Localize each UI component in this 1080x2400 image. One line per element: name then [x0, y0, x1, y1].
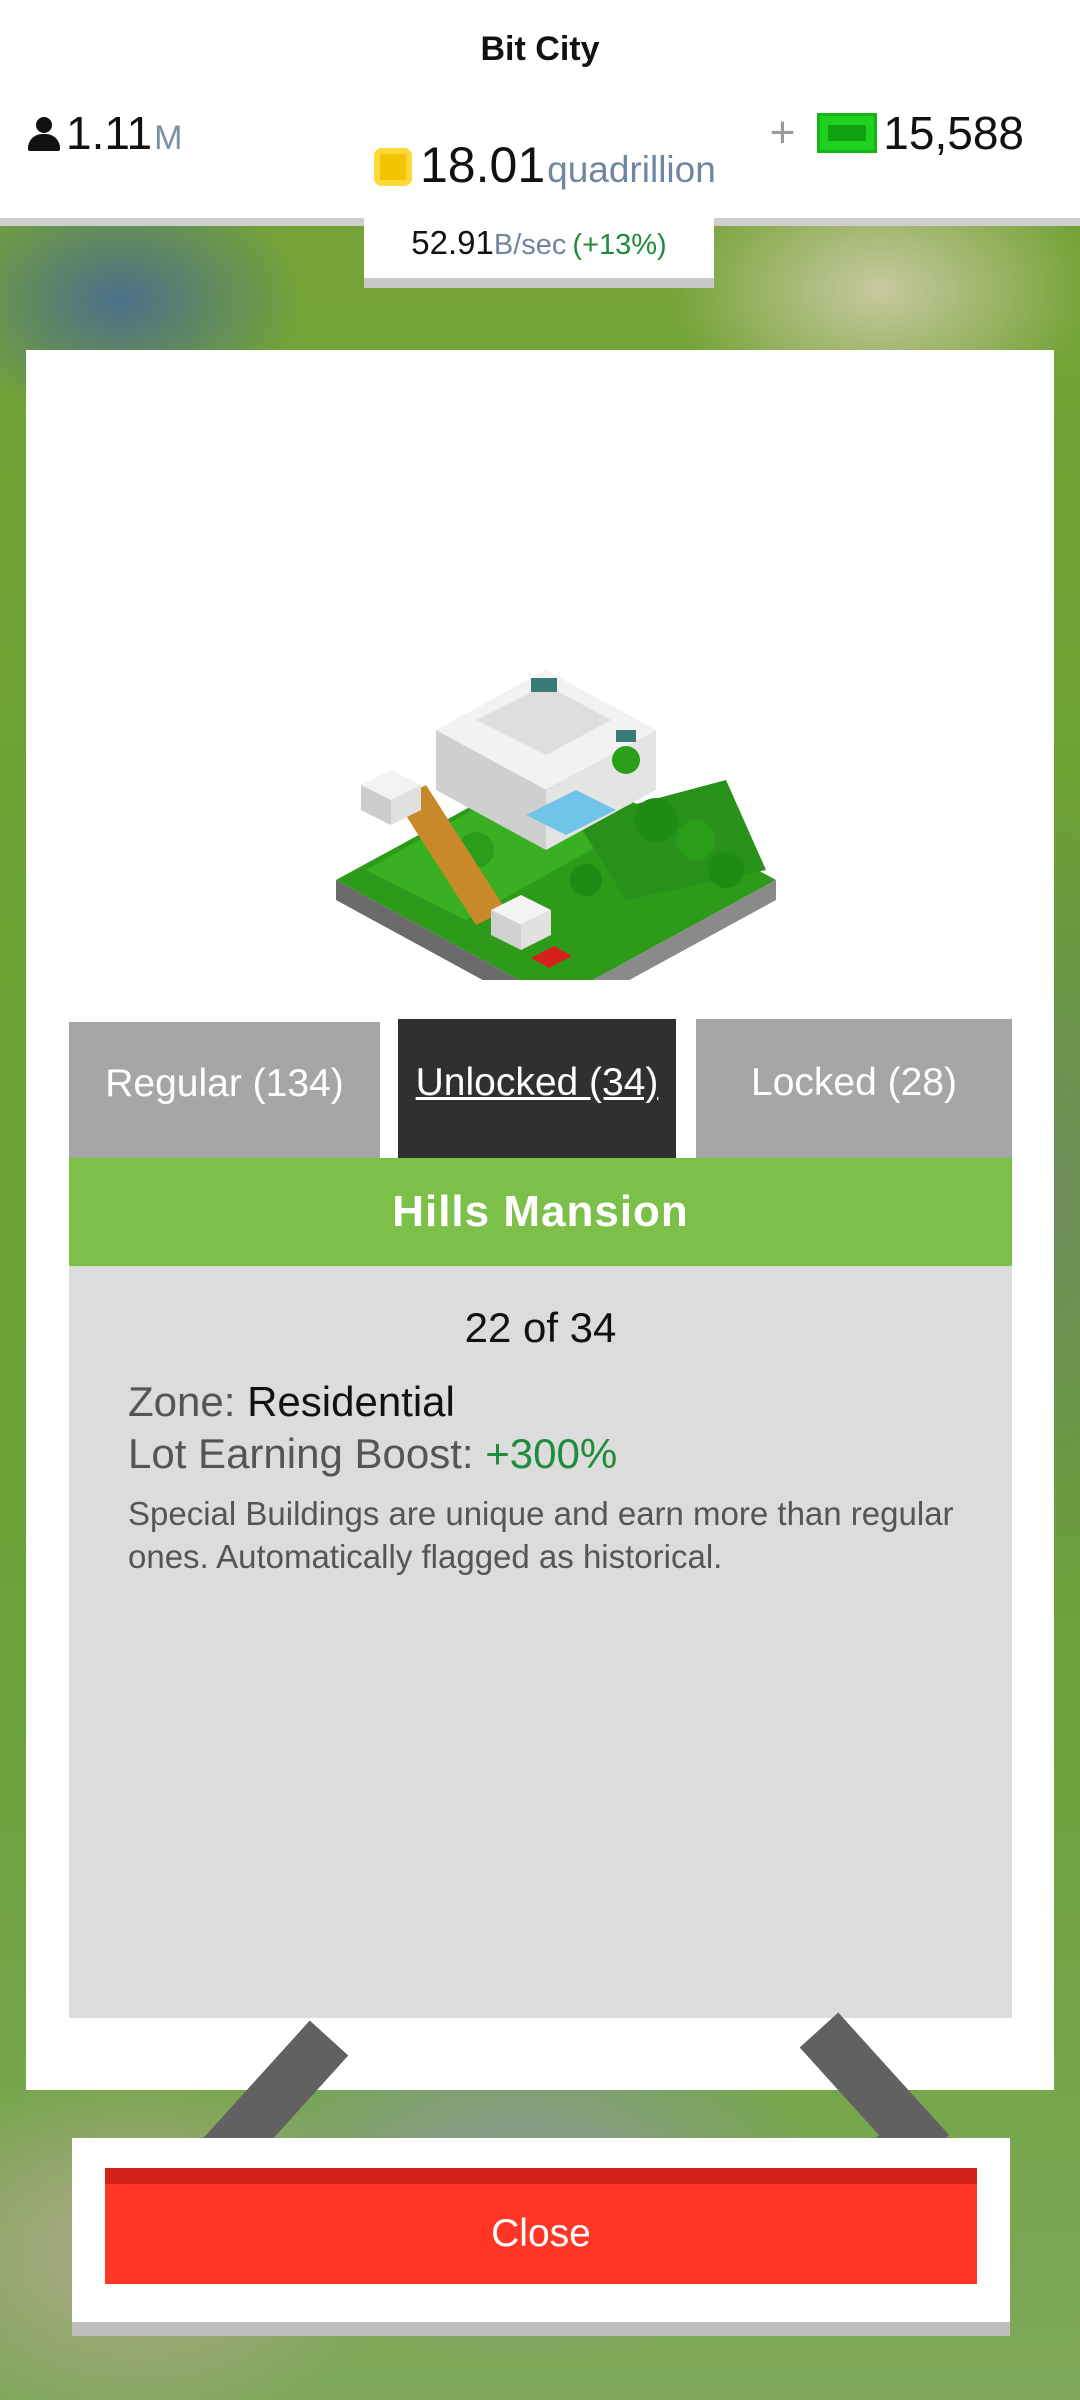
rate-value: 52.91	[411, 224, 494, 261]
zone-value: Residential	[247, 1378, 455, 1425]
city-title: Bit City	[480, 30, 600, 68]
coin-icon	[374, 148, 412, 186]
building-preview-image	[336, 670, 776, 980]
boost-label: Lot Earning Boost:	[128, 1430, 474, 1477]
person-icon	[26, 117, 62, 153]
cash-icon	[817, 113, 878, 153]
tab-regular[interactable]: Regular (134)	[69, 1022, 380, 1158]
building-description: Special Buildings are unique and earn mo…	[128, 1495, 954, 1575]
zone-line: Zone: Residential	[128, 1378, 455, 1426]
population-value: 1.11	[66, 107, 153, 159]
plus-icon[interactable]: +	[770, 111, 796, 155]
top-bar: Bit City 1.11 M 18.01 quadrillion + 15,5…	[0, 0, 1080, 226]
coins-value: 18.01	[420, 137, 546, 193]
building-info-panel: 22 of 34 Zone: Residential Lot Earning B…	[69, 1266, 1012, 2266]
special-buildings-dialog: Regular (134) Unlocked (34) Locked (28) …	[26, 350, 1054, 2266]
building-name: Hills Mansion	[69, 1158, 1012, 1266]
rate-change: (+13%)	[572, 229, 667, 261]
boost-line: Lot Earning Boost: +300%	[128, 1430, 617, 1478]
income-rate: 52.91B/sec (+13%)	[364, 210, 714, 288]
category-tabs: Regular (134) Unlocked (34) Locked (28)	[69, 1010, 1012, 1159]
tab-unlocked[interactable]: Unlocked (34)	[398, 1019, 676, 1159]
zone-label: Zone:	[128, 1378, 236, 1425]
coins-unit: quadrillion	[547, 149, 716, 190]
cash-display[interactable]: + 15,588	[770, 106, 1024, 160]
population-unit: M	[154, 119, 183, 157]
rate-unit: B/sec	[493, 229, 567, 261]
building-counter: 22 of 34	[464, 1304, 617, 1351]
tab-locked[interactable]: Locked (28)	[696, 1019, 1012, 1159]
cash-value: 15,588	[883, 107, 1024, 159]
coins-display: 18.01 quadrillion	[374, 136, 716, 194]
close-button[interactable]: Close	[105, 2168, 977, 2284]
population-display: 1.11 M	[26, 106, 182, 160]
boost-value: +300%	[485, 1430, 618, 1477]
close-button-frame: Close	[72, 2138, 1010, 2336]
